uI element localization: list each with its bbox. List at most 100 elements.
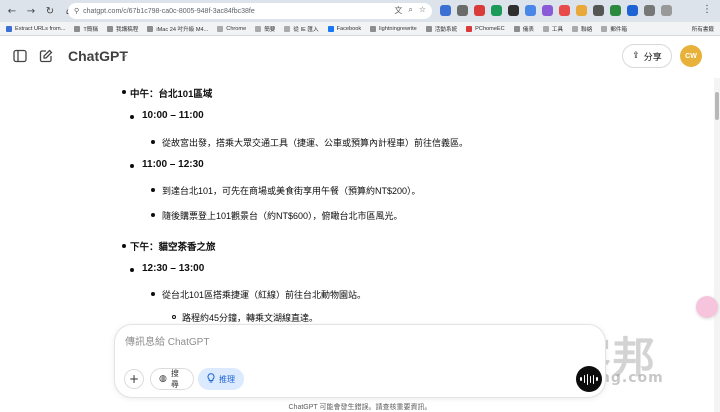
- extension-icon[interactable]: [474, 5, 485, 16]
- bookmark-item[interactable]: 儀表: [513, 25, 534, 33]
- bookmark-label: 工具: [551, 26, 564, 33]
- time-slot-3: 12:30 – 13:00: [142, 263, 205, 274]
- address-url: chatgpt.com/c/67b1c798-ca0c-8005-948f-3a…: [83, 7, 255, 15]
- bullet-dot: [151, 292, 155, 296]
- time-slot-2: 11:00 – 12:30: [142, 159, 204, 170]
- bookmark-label: 從 IE 匯入: [293, 26, 319, 33]
- bookmark-item[interactable]: PChomeEC: [466, 25, 505, 32]
- profile-icon[interactable]: [661, 5, 672, 16]
- extension-icon[interactable]: [576, 5, 587, 16]
- bookmark-favicon-icon: [513, 25, 520, 32]
- bookmark-label: PChomeEC: [475, 25, 505, 32]
- reload-icon[interactable]: ↻: [43, 4, 57, 18]
- list-item: 隨後購票登上101觀景台（約NT$600），俯瞰台北市區風光。: [162, 211, 403, 221]
- bookmark-label: 儀表: [522, 26, 534, 33]
- globe-icon: ◍: [159, 374, 167, 384]
- bookmark-favicon-icon: [370, 25, 377, 32]
- bookmark-favicon-icon: [6, 25, 12, 32]
- sidebar-toggle-icon[interactable]: [12, 48, 28, 64]
- list-item: 從台北101區搭乘捷運（紅線）前往台北動物園站。: [162, 290, 367, 300]
- site-info-icon[interactable]: ⚲: [74, 7, 79, 15]
- extension-icon[interactable]: [559, 5, 570, 16]
- model-selector-label[interactable]: ChatGPT: [68, 48, 128, 64]
- bookmark-label: Chrome: [226, 25, 247, 32]
- extension-icon[interactable]: [610, 5, 621, 16]
- bullet-dot: [130, 115, 134, 119]
- bookmark-favicon-icon: [74, 25, 81, 32]
- folder-icon: [284, 25, 291, 32]
- bookmark-folder[interactable]: 郵件箱: [601, 25, 627, 33]
- extension-icon[interactable]: [542, 5, 553, 16]
- avatar[interactable]: CW: [680, 45, 702, 67]
- app-header: ChatGPT ⌄ ⇪ 分享 CW: [0, 36, 720, 78]
- browser-toolbar: ← → ↻ ⌂ ⚲ chatgpt.com/c/67b1c798-ca0c-80…: [0, 0, 720, 22]
- extensions-bar: [440, 5, 672, 16]
- bullet-dot: [172, 315, 176, 319]
- list-item: 到達台北101，可先在商場或美食街享用午餐（預算約NT$200）。: [162, 186, 421, 196]
- bookmark-item[interactable]: Extract URLs from...: [6, 25, 65, 32]
- bookmark-folder[interactable]: 聯絡: [572, 25, 592, 33]
- folder-icon: [255, 25, 262, 32]
- translate-icon[interactable]: 文: [394, 5, 402, 16]
- voice-wave-icon: [580, 373, 598, 385]
- puzzle-icon[interactable]: [644, 5, 655, 16]
- folder-icon: [217, 25, 224, 32]
- list-item: 路程約45分鐘，轉乘文湖線直達。: [182, 313, 319, 323]
- bookmark-label: Facebook: [336, 25, 362, 32]
- list-item: 從故宮出發，搭乘大眾交通工具（捷運、公車或預算內計程車）前往信義區。: [162, 138, 469, 148]
- folder-icon: [572, 25, 579, 32]
- bookmark-favicon-icon: [425, 25, 432, 32]
- message-input[interactable]: [125, 334, 595, 350]
- chevron-down-icon[interactable]: ⌄: [121, 50, 129, 60]
- back-arrow-icon[interactable]: ←: [5, 4, 19, 18]
- bookmark-folder[interactable]: Chrome: [217, 25, 247, 32]
- bookmark-star-icon[interactable]: ☆: [419, 5, 426, 16]
- bookmark-favicon-icon: [147, 25, 154, 32]
- search-button[interactable]: ◍ 搜尋: [150, 368, 194, 390]
- new-chat-icon[interactable]: [38, 48, 54, 64]
- bookmark-label: lightningrewrite: [379, 25, 417, 32]
- extension-icon[interactable]: [491, 5, 502, 16]
- extension-icon[interactable]: [525, 5, 536, 16]
- bookmark-item[interactable]: T簡稱: [74, 25, 98, 33]
- bookmark-item[interactable]: 活動系統: [425, 25, 458, 33]
- bookmark-folder[interactable]: 工具: [542, 25, 564, 33]
- bookmark-label: 聯絡: [581, 26, 593, 33]
- bullet-dot: [130, 164, 134, 168]
- zoom-icon[interactable]: ⌕: [408, 5, 412, 16]
- attach-button[interactable]: +: [124, 369, 144, 389]
- bookmark-item[interactable]: Facebook: [327, 25, 362, 32]
- bullet-dot: [151, 188, 155, 192]
- bookmark-favicon-icon: [106, 25, 113, 32]
- scrollbar-thumb[interactable]: [715, 92, 719, 120]
- scrollbar-track[interactable]: [714, 78, 720, 412]
- bookmark-item[interactable]: lightningrewrite: [370, 25, 417, 32]
- extension-icon[interactable]: [440, 5, 451, 16]
- section-title-noon: 中午：台北101區域: [130, 89, 213, 100]
- bookmark-folder[interactable]: 簡要: [255, 25, 275, 33]
- message-composer: + ◍ 搜尋 推理: [114, 324, 606, 398]
- forward-arrow-icon[interactable]: →: [24, 4, 38, 18]
- bookmark-item[interactable]: iMac 24 吋升級 M4...: [147, 25, 208, 33]
- browser-menu-icon[interactable]: ⋮: [702, 4, 712, 15]
- extension-icon[interactable]: [627, 5, 638, 16]
- folder-icon: [542, 25, 549, 32]
- floating-extension-button[interactable]: [696, 296, 718, 318]
- bookmark-folder[interactable]: 從 IE 匯入: [284, 25, 319, 33]
- voice-mode-button[interactable]: [576, 366, 602, 392]
- bullet-dot: [151, 140, 155, 144]
- bookmark-label: 活動系統: [434, 26, 458, 33]
- disclaimer-text: ChatGPT 可能會發生錯誤。請查核重要資訊。: [288, 404, 432, 411]
- address-bar[interactable]: ⚲ chatgpt.com/c/67b1c798-ca0c-8005-948f-…: [68, 3, 432, 19]
- reason-button[interactable]: 推理: [198, 368, 244, 390]
- share-button[interactable]: ⇪ 分享: [622, 44, 672, 68]
- extension-icon[interactable]: [593, 5, 604, 16]
- extension-icon[interactable]: [508, 5, 519, 16]
- all-bookmarks-button[interactable]: 所有書籤: [692, 25, 714, 33]
- bookmark-item[interactable]: 我講稿程: [106, 25, 138, 33]
- bullet-dot: [122, 244, 126, 248]
- extension-icon[interactable]: [457, 5, 468, 16]
- section-title-afternoon: 下午：貓空茶香之旅: [130, 242, 216, 253]
- lightbulb-icon: [207, 372, 215, 386]
- bullet-dot: [130, 268, 134, 272]
